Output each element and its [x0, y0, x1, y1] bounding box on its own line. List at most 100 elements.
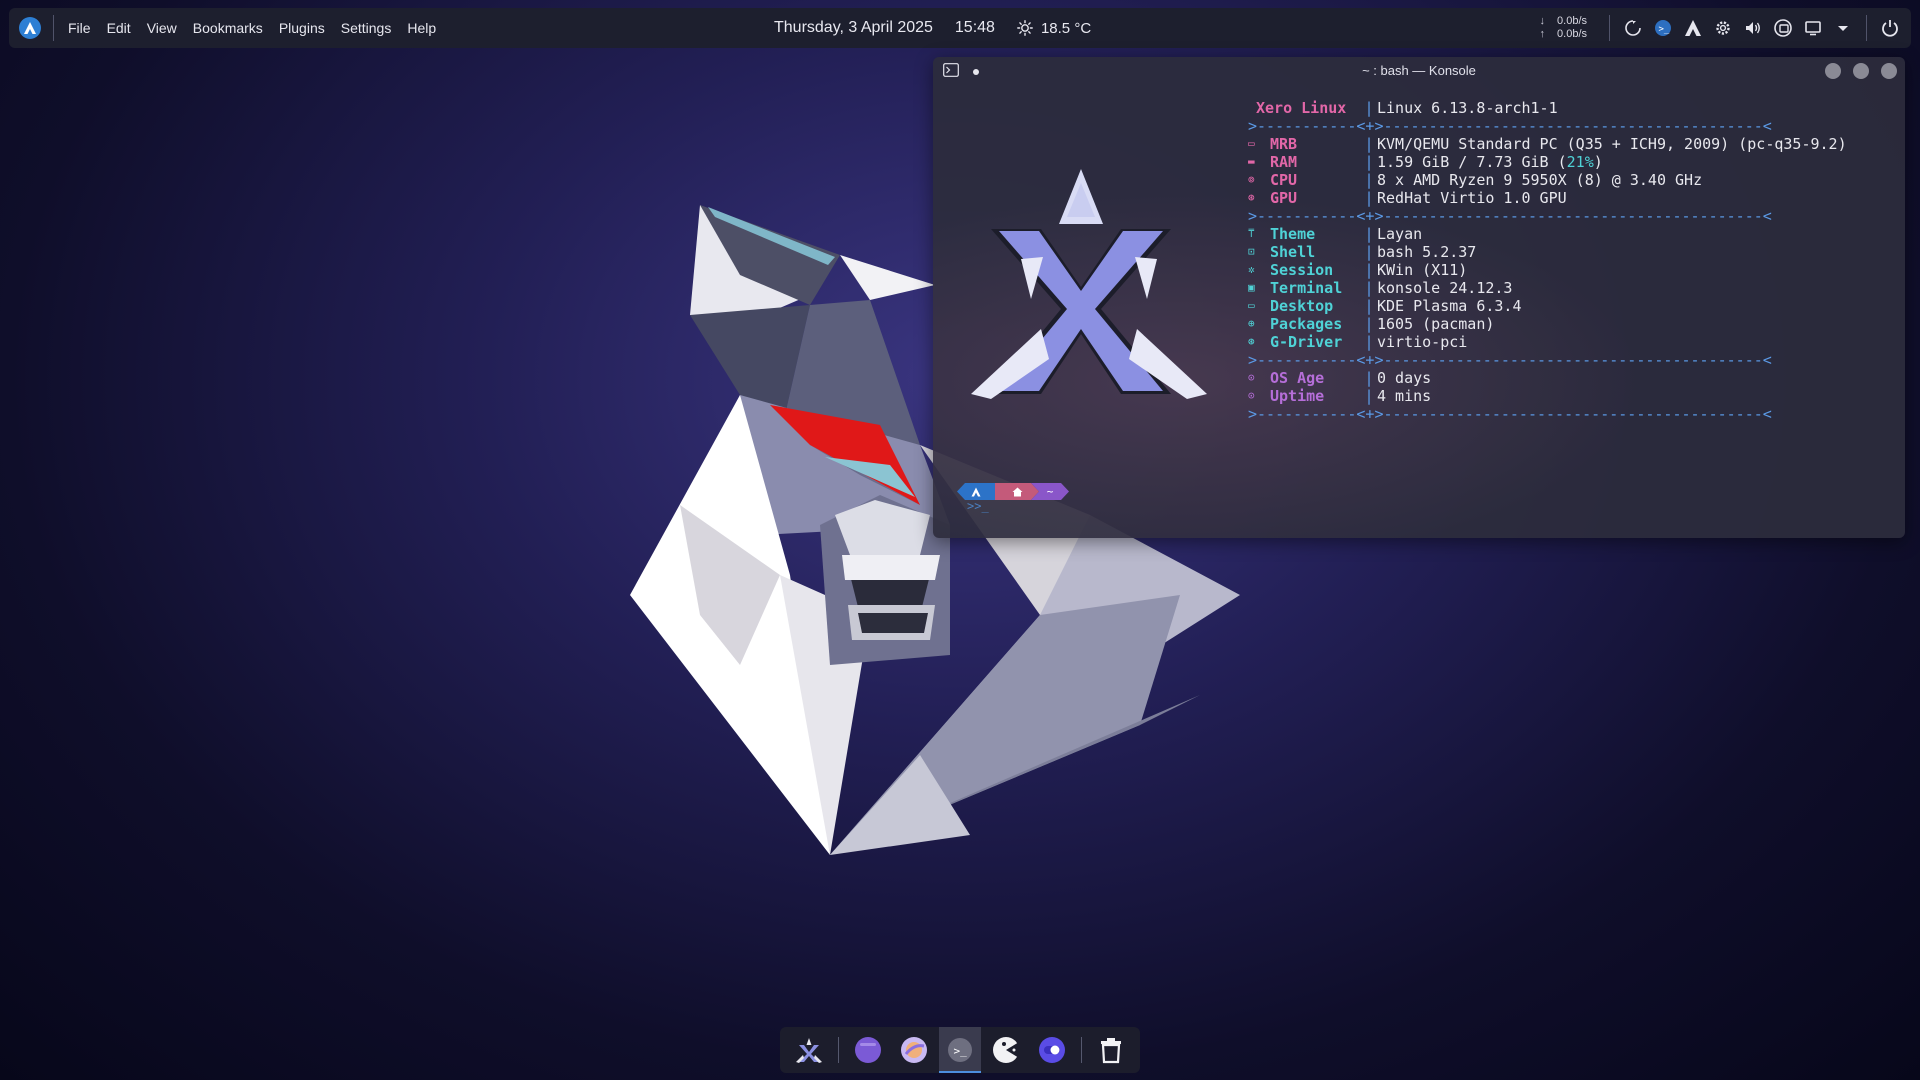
konsole-window[interactable]: ~ : bash — Konsole Xero Linux | Linux 6.13… — [933, 57, 1905, 538]
expand-icon[interactable] — [1828, 13, 1858, 43]
global-menu: File Edit View Bookmarks Plugins Setting… — [60, 16, 444, 40]
ff-value: konsole 24.12.3 — [1377, 279, 1513, 297]
ff-bar: | — [1364, 387, 1374, 405]
ff-row: ⍑ Theme | Layan — [1248, 225, 1847, 243]
toggle-icon[interactable] — [1031, 1027, 1073, 1073]
ff-bar: | — [1364, 261, 1374, 279]
files-icon[interactable] — [847, 1027, 889, 1073]
tray-separator-2 — [1866, 15, 1867, 41]
prompt-cursor[interactable]: >>_ — [967, 499, 989, 513]
ff-key: MRB — [1270, 135, 1298, 153]
shell-icon: ⊡ — [1248, 245, 1255, 258]
ff-row: ⊕ Packages | 1605 (pacman) — [1248, 315, 1847, 333]
display-icon[interactable] — [1798, 13, 1828, 43]
power-icon[interactable] — [1875, 13, 1905, 43]
menu-plugins[interactable]: Plugins — [271, 16, 333, 40]
home-icon — [1012, 487, 1023, 497]
cpu-icon: ⊚ — [1248, 173, 1255, 186]
ff-key: CPU — [1270, 171, 1298, 189]
menu-view[interactable]: View — [139, 16, 185, 40]
menu-bookmarks[interactable]: Bookmarks — [185, 16, 271, 40]
ff-bar: | — [1364, 243, 1374, 261]
packages-icon: ⊕ — [1248, 317, 1255, 330]
updates-icon[interactable] — [1618, 13, 1648, 43]
xero-icon[interactable] — [1678, 13, 1708, 43]
ff-value: Layan — [1377, 225, 1423, 243]
ff-row: ▭ Desktop | KDE Plasma 6.3.4 — [1248, 297, 1847, 315]
ff-row: ⊛ G-Driver | virtio-pci — [1248, 333, 1847, 351]
pacman-icon[interactable] — [985, 1027, 1027, 1073]
ff-value: virtio-pci — [1377, 333, 1468, 351]
ff-separator: >-----------< + >-------------------------… — [1248, 405, 1847, 423]
ff-key: RAM — [1270, 153, 1298, 171]
ff-value: 1.59 GiB / 7.73 GiB ( — [1377, 153, 1567, 171]
shell-prompt: ~ — [957, 483, 1069, 500]
trash-icon[interactable] — [1090, 1027, 1132, 1073]
app-launcher-button[interactable] — [9, 8, 51, 48]
ff-bar: | — [1364, 225, 1374, 243]
session-icon: ✲ — [1248, 263, 1255, 276]
ff-sep-right: >---------------------------------------… — [1374, 207, 1772, 225]
minimize-button[interactable] — [1825, 63, 1841, 79]
ff-value: KDE Plasma 6.3.4 — [1377, 297, 1522, 315]
dock-separator-2 — [1081, 1037, 1082, 1063]
ff-sep-mid: + — [1365, 405, 1375, 423]
window-titlebar[interactable]: ~ : bash — Konsole — [933, 57, 1905, 87]
uptime-icon: ⊙ — [1248, 389, 1255, 402]
ff-bar: | — [1364, 315, 1374, 333]
theme-icon: ⍑ — [1248, 227, 1255, 240]
ff-row: ⊡ Shell | bash 5.2.37 — [1248, 243, 1847, 261]
settings-icon[interactable] — [1708, 13, 1738, 43]
ff-header: Xero Linux | Linux 6.13.8-arch1-1 — [1248, 99, 1847, 117]
ff-kernel: Linux 6.13.8-arch1-1 — [1377, 99, 1558, 117]
network-icon[interactable] — [1768, 13, 1798, 43]
ff-value: RedHat Virtio 1.0 GPU — [1377, 189, 1567, 207]
ff-value-suffix: ) — [1593, 153, 1603, 171]
xero-launcher-icon[interactable] — [788, 1027, 830, 1073]
volume-icon[interactable] — [1738, 13, 1768, 43]
download-speed: 0.0b/s — [1557, 15, 1587, 27]
ff-bar: | — [1364, 279, 1374, 297]
ff-value: 0 days — [1377, 369, 1432, 387]
ff-key: Theme — [1270, 225, 1316, 243]
dock-panel: >_ — [780, 1027, 1140, 1073]
ff-sep-left: >-----------< — [1248, 117, 1366, 135]
ff-sep-right: >---------------------------------------… — [1374, 117, 1772, 135]
ff-value: KVM/QEMU Standard PC (Q35 + ICH9, 2009) … — [1377, 135, 1847, 153]
ff-sep-right: >---------------------------------------… — [1374, 351, 1772, 369]
ram-icon: ▬ — [1248, 155, 1255, 168]
konsole-icon[interactable]: >_ — [1648, 13, 1678, 43]
ff-row: ▬ RAM | 1.59 GiB / 7.73 GiB (21%) — [1248, 153, 1847, 171]
terminal-app-icon — [943, 62, 959, 82]
ff-separator: >-----------< + >-------------------------… — [1248, 351, 1847, 369]
browser-icon[interactable] — [893, 1027, 935, 1073]
menu-file[interactable]: File — [60, 16, 99, 40]
ff-row: ⊛ GPU | RedHat Virtio 1.0 GPU — [1248, 189, 1847, 207]
ff-key: OS Age — [1270, 369, 1325, 387]
terminal-area[interactable]: Xero Linux | Linux 6.13.8-arch1-1 >-------… — [933, 87, 1905, 538]
ff-value: bash 5.2.37 — [1377, 243, 1477, 261]
ff-value: KWin (X11) — [1377, 261, 1468, 279]
close-button[interactable] — [1881, 63, 1897, 79]
ff-bar: | — [1364, 135, 1374, 153]
weather-widget[interactable]: 18.5 °C — [1017, 20, 1091, 37]
pin-dot-icon[interactable] — [973, 69, 979, 75]
age-icon: ⊙ — [1248, 371, 1255, 384]
konsole-icon[interactable]: >_ — [939, 1027, 981, 1073]
ff-separator: >-----------< + >-------------------------… — [1248, 207, 1847, 225]
prompt-home-segment — [995, 483, 1039, 500]
menu-help[interactable]: Help — [399, 16, 444, 40]
digital-clock[interactable]: Thursday, 3 April 2025 15:48 18.5 °C — [774, 8, 1091, 48]
tray-separator — [1609, 15, 1610, 41]
ff-bar: | — [1364, 171, 1374, 189]
maximize-button[interactable] — [1853, 63, 1869, 79]
menu-edit[interactable]: Edit — [99, 16, 139, 40]
clock-date: Thursday, 3 April 2025 — [774, 19, 933, 36]
menu-settings[interactable]: Settings — [333, 16, 400, 40]
ff-key: Session — [1270, 261, 1334, 279]
ff-row: ✲ Session | KWin (X11) — [1248, 261, 1847, 279]
terminal-icon: ▣ — [1248, 281, 1255, 294]
network-speed-widget[interactable]: ↓ ↑ 0.0b/s 0.0b/s — [1540, 15, 1587, 41]
ram-percent: 21% — [1566, 153, 1594, 171]
ff-row: ⊚ CPU | 8 x AMD Ryzen 9 5950X (8) @ 3.40 GH… — [1248, 171, 1847, 189]
